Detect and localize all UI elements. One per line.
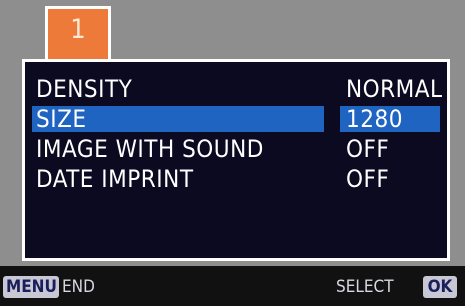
menu-item-label: DENSITY	[36, 75, 133, 103]
menu-row-date-imprint[interactable]: DATE IMPRINT OFF	[25, 164, 447, 194]
menu-tab-1[interactable]: 1	[45, 6, 111, 62]
menu-item-value: OFF	[346, 165, 390, 193]
settings-panel: DENSITY NORMAL SIZE 1280 IMAGE WITH SOUN…	[22, 59, 450, 261]
button-guide-bar: MENU END SELECT OK	[0, 266, 465, 306]
menu-row-size[interactable]: SIZE 1280	[25, 104, 447, 134]
menu-item-value: OFF	[346, 135, 390, 163]
menu-row-density[interactable]: DENSITY NORMAL	[25, 74, 447, 104]
end-label: END	[62, 277, 95, 297]
select-label: SELECT	[336, 277, 394, 297]
menu-item-value: NORMAL	[346, 75, 443, 103]
menu-item-label: DATE IMPRINT	[36, 165, 194, 193]
tab-number: 1	[70, 14, 86, 45]
menu-item-label: IMAGE WITH SOUND	[36, 135, 264, 163]
ok-button[interactable]: OK	[423, 276, 457, 298]
menu-button[interactable]: MENU	[3, 276, 59, 298]
menu-item-value: 1280	[346, 105, 403, 133]
menu-item-label: SIZE	[36, 105, 87, 133]
menu-row-image-with-sound[interactable]: IMAGE WITH SOUND OFF	[25, 134, 447, 164]
camera-menu-screen: 1 DENSITY NORMAL SIZE 1280 IMAGE WITH SO…	[0, 0, 465, 306]
